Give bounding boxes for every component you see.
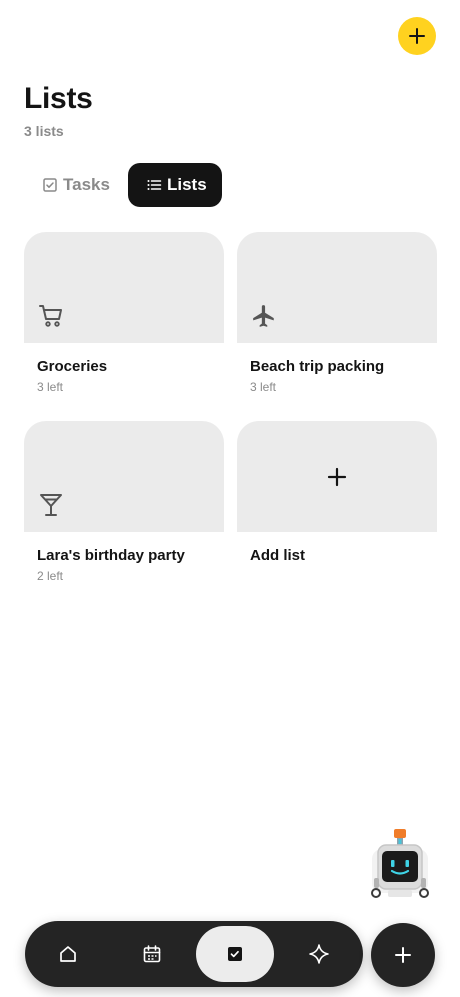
plus-icon bbox=[395, 947, 411, 963]
add-button[interactable] bbox=[371, 923, 435, 987]
list-icon bbox=[146, 177, 162, 193]
calendar-icon bbox=[143, 945, 161, 963]
tab-tasks-label: Tasks bbox=[63, 175, 110, 194]
list-card-count: 3 left bbox=[250, 380, 277, 394]
list-card-birthday-party[interactable]: Lara's birthday party 2 left bbox=[24, 421, 224, 601]
list-card-cover bbox=[24, 232, 224, 343]
tab-tasks[interactable]: Tasks bbox=[30, 163, 122, 207]
list-card-groceries[interactable]: Groceries 3 left bbox=[24, 232, 224, 412]
list-card-cover bbox=[237, 232, 437, 343]
list-card-count: 3 left bbox=[37, 380, 64, 394]
plus-icon bbox=[409, 28, 425, 44]
list-card-name: Beach trip packing bbox=[250, 358, 385, 375]
list-count: 3 lists bbox=[24, 123, 64, 139]
sparkle-icon bbox=[309, 944, 329, 964]
airplane-icon bbox=[251, 303, 277, 329]
plus-icon bbox=[326, 466, 348, 488]
list-card-beach-trip[interactable]: Beach trip packing 3 left bbox=[237, 232, 437, 412]
list-card-name: Groceries bbox=[37, 358, 108, 375]
add-list-card[interactable]: Add list bbox=[237, 421, 437, 601]
checkbox-icon bbox=[228, 947, 242, 961]
list-card-name: Lara's birthday party bbox=[37, 547, 185, 564]
page-title: Lists bbox=[24, 82, 93, 115]
nav-calendar[interactable] bbox=[113, 926, 191, 982]
list-card-count: 2 left bbox=[37, 569, 64, 583]
lists-screen: Lists 3 lists Tasks Lists Groceries 3 le… bbox=[0, 0, 460, 997]
nav-home[interactable] bbox=[29, 926, 107, 982]
checkbox-icon bbox=[42, 177, 58, 193]
nav-ai[interactable] bbox=[280, 926, 358, 982]
tab-lists-label: Lists bbox=[167, 175, 207, 194]
cocktail-icon bbox=[38, 492, 64, 518]
add-list-label: Add list bbox=[250, 547, 305, 564]
tab-lists[interactable]: Lists bbox=[128, 163, 222, 207]
home-icon bbox=[60, 946, 76, 962]
nav-lists[interactable] bbox=[196, 926, 274, 982]
robot-icon[interactable] bbox=[368, 828, 432, 902]
top-add-button[interactable] bbox=[398, 17, 436, 55]
bottom-nav bbox=[25, 921, 363, 987]
cart-icon bbox=[38, 303, 64, 329]
list-card-cover bbox=[24, 421, 224, 532]
add-list-cover bbox=[237, 421, 437, 532]
